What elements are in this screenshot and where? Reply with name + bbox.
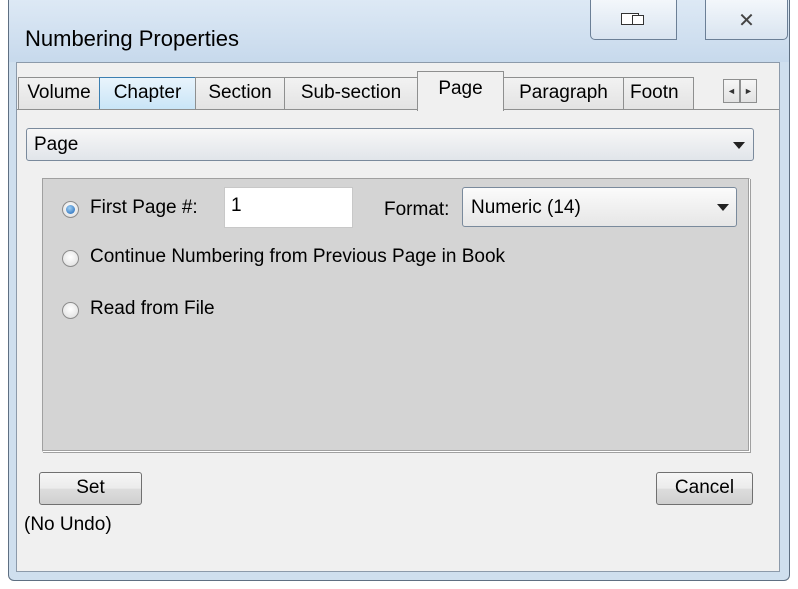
tab-panel-border (17, 109, 779, 110)
no-undo-note: (No Undo) (24, 514, 112, 535)
tab-footnote[interactable]: Footn (623, 77, 694, 109)
format-select-value: Numeric (14) (471, 197, 581, 218)
close-icon: ✕ (738, 7, 755, 32)
level-select-value: Page (34, 134, 79, 155)
first-page-label: First Page #: (90, 197, 198, 218)
chevron-down-icon (733, 142, 745, 149)
tab-scroll-right-icon[interactable]: ► (740, 79, 757, 103)
tab-strip: Volume Chapter Section Sub-section Page … (18, 71, 778, 111)
level-select[interactable]: Page (26, 128, 754, 161)
first-page-radio[interactable] (62, 201, 79, 218)
set-button[interactable]: Set (39, 472, 142, 505)
restore-icon (620, 12, 647, 27)
tab-chapter[interactable]: Chapter (99, 77, 196, 109)
read-from-file-label: Read from File (90, 298, 215, 319)
tab-page[interactable]: Page (417, 71, 504, 111)
continue-numbering-radio[interactable] (62, 250, 79, 267)
window-title: Numbering Properties (25, 26, 239, 51)
tab-section[interactable]: Section (195, 77, 285, 109)
tab-scroll-left-icon[interactable]: ◄ (723, 79, 740, 103)
close-button[interactable]: ✕ (705, 0, 788, 40)
restore-button[interactable] (590, 0, 677, 40)
format-select[interactable]: Numeric (14) (462, 187, 737, 227)
first-page-input[interactable]: 1 (224, 187, 353, 228)
tab-sub-section[interactable]: Sub-section (284, 77, 418, 109)
read-from-file-radio[interactable] (62, 302, 79, 319)
tab-paragraph[interactable]: Paragraph (503, 77, 624, 109)
tab-volume[interactable]: Volume (18, 77, 100, 109)
format-label: Format: (384, 199, 450, 220)
continue-numbering-label: Continue Numbering from Previous Page in… (90, 246, 506, 267)
cancel-button[interactable]: Cancel (656, 472, 753, 505)
chevron-down-icon (717, 204, 729, 211)
